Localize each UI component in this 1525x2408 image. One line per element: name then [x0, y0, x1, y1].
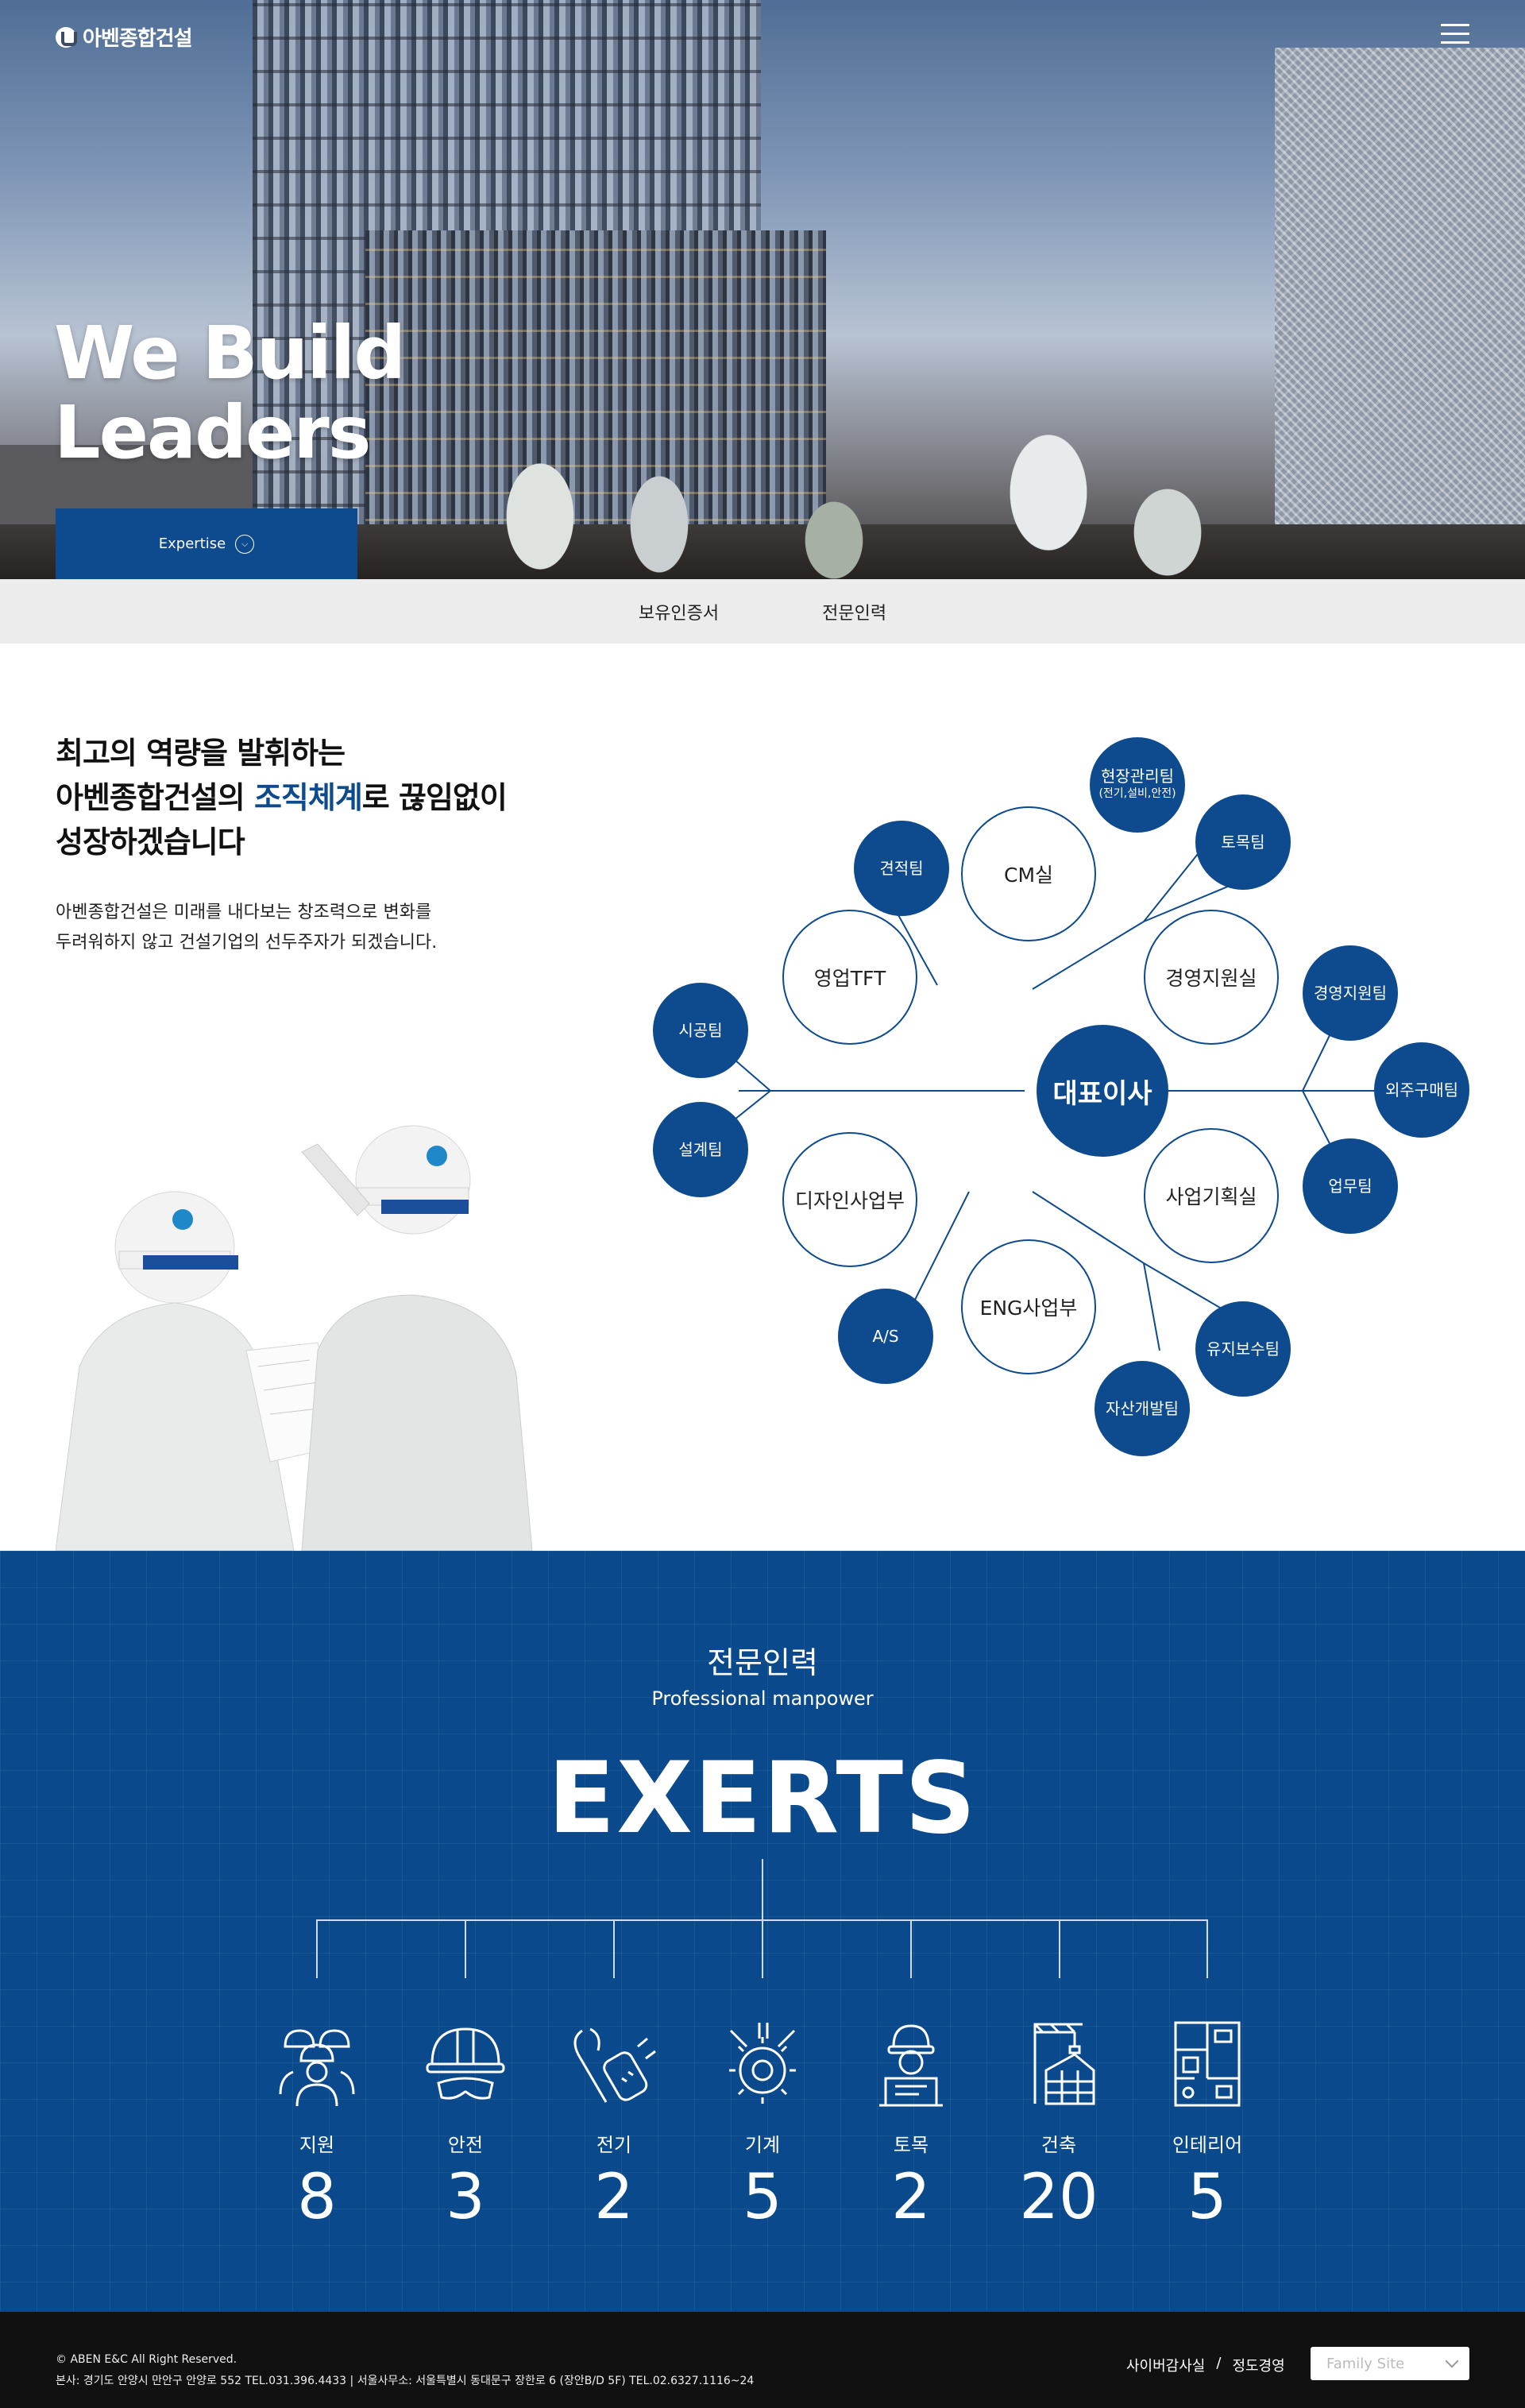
- footer-link-separator: /: [1216, 2355, 1222, 2371]
- tree-trunk-line: [762, 1859, 763, 1978]
- logo-icon: [56, 26, 77, 48]
- expert-label: 안전: [447, 2134, 484, 2156]
- org-node-site-management-label: 현장관리팀: [1101, 767, 1174, 786]
- sub-tabs: 보유인증서 전문인력: [0, 579, 1525, 644]
- expert-count: 3: [446, 2162, 485, 2233]
- hero-title-line1: We Build: [54, 311, 406, 396]
- hero-trees: [477, 397, 1311, 579]
- tree-drop-line: [316, 1919, 318, 1978]
- expert-item-civil: 토목 2: [840, 2015, 983, 2233]
- hero-building-right: [1275, 48, 1525, 540]
- org-desc-line2: 두려워하지 않고 건설기업의 선두주자가 되겠습니다.: [56, 933, 438, 953]
- expert-label: 지원: [299, 2134, 335, 2156]
- org-node-design-team: 설계팀: [653, 1102, 748, 1197]
- org-heading-line3: 성장하겠습니다: [56, 825, 245, 860]
- org-node-eng: ENG사업부: [961, 1239, 1096, 1374]
- expert-label: 기계: [744, 2134, 781, 2156]
- tree-drop-line: [1059, 1919, 1060, 1978]
- experts-heading: EXERTS: [547, 1741, 978, 1856]
- civil-engineer-icon: [879, 2024, 943, 2107]
- expert-count: 2: [594, 2162, 634, 2233]
- footer-link-cyber-audit[interactable]: 사이버감사실: [1126, 2355, 1205, 2375]
- workers-illustration: [56, 1125, 533, 1551]
- tree-branch-line: [316, 1919, 1207, 1921]
- site-footer: © ABEN E&C All Right Reserved. 본사: 경기도 안…: [0, 2312, 1525, 2408]
- family-site-select[interactable]: Family Site: [1311, 2347, 1469, 2380]
- expert-item-safety: 안전 3: [394, 2015, 537, 2233]
- chevron-down-icon: [1445, 2354, 1459, 2368]
- org-heading-highlight: 조직체계: [253, 780, 363, 815]
- expert-count: 5: [1187, 2162, 1227, 2233]
- machine-gear-icon: [729, 2023, 796, 2104]
- expert-label: 인테리어: [1172, 2134, 1243, 2156]
- tree-drop-line: [465, 1919, 466, 1978]
- expert-item-machine: 기계 5: [691, 2015, 834, 2233]
- org-desc-line1: 아벤종합건설은 미래를 내다보는 창조력으로 변화를: [56, 903, 432, 922]
- org-node-ceo: 대표이사: [1037, 1025, 1168, 1157]
- expert-count: 8: [297, 2162, 337, 2233]
- tab-manpower[interactable]: 전문인력: [822, 599, 886, 624]
- org-node-asset-development: 자산개발팀: [1095, 1361, 1190, 1456]
- expert-count: 20: [1019, 2162, 1098, 2233]
- hero-title-line2: Leaders: [54, 390, 371, 475]
- org-node-civil: 토목팀: [1195, 794, 1291, 890]
- org-heading-line2-post: 로 끊임없이: [361, 780, 508, 815]
- org-node-business-planning: 사업기획실: [1144, 1128, 1279, 1263]
- team-workers-icon: [279, 2029, 355, 2107]
- hero-title: We Build Leaders: [54, 311, 406, 475]
- experts-title: 전문인력: [707, 1645, 818, 1680]
- expert-item-architecture: 건축 20: [987, 2015, 1130, 2233]
- expertise-button-label: Expertise: [158, 535, 226, 552]
- org-node-design: 디자인사업부: [782, 1132, 917, 1267]
- footer-links: 사이버감사실 / 정도경영: [1126, 2355, 1285, 2375]
- org-heading: 최고의 역량을 발휘하는 아벤종합건설의 조직체계로 끊임없이 성장하겠습니다: [56, 731, 508, 864]
- family-site-label: Family Site: [1326, 2355, 1405, 2372]
- org-node-site-management-sub: (전기,설비,안전): [1098, 787, 1176, 800]
- tree-drop-line: [613, 1919, 615, 1978]
- expertise-button[interactable]: Expertise ⌵: [56, 508, 357, 579]
- expert-label: 토목: [893, 2134, 929, 2156]
- expert-item-interior: 인테리어 5: [1136, 2015, 1279, 2233]
- hamburger-menu-icon[interactable]: [1441, 24, 1469, 44]
- org-node-operations: 업무팀: [1303, 1138, 1398, 1234]
- tab-certificates[interactable]: 보유인증서: [639, 599, 719, 624]
- footer-link-ethics[interactable]: 정도경영: [1232, 2355, 1284, 2375]
- expert-item-support: 지원 8: [245, 2015, 388, 2233]
- hero-banner: 아벤종합건설 We Build Leaders Expertise ⌵: [0, 0, 1525, 579]
- floor-plan-icon: [1174, 2021, 1241, 2107]
- site-logo[interactable]: 아벤종합건설: [56, 22, 193, 52]
- expert-label: 전기: [596, 2134, 632, 2156]
- experts-section: 전문인력 Professional manpower EXERTS 지원 8 안…: [0, 1551, 1525, 2312]
- building-crane-icon: [1033, 2023, 1095, 2105]
- address-text: 본사: 경기도 안양시 만안구 안양로 552 TEL.031.396.4433…: [56, 2375, 755, 2387]
- org-node-procurement: 외주구매팀: [1374, 1042, 1469, 1138]
- tree-drop-line: [1206, 1919, 1208, 1978]
- tree-drop-line: [910, 1919, 912, 1978]
- org-chart: 대표이사 CM실 경영지원실 사업기획실 ENG사업부 디자인사업부 영업TFT…: [635, 715, 1525, 1478]
- safety-helmet-icon: [426, 2027, 505, 2100]
- org-node-management-support-team: 경영지원팀: [1303, 945, 1398, 1041]
- expert-count: 2: [891, 2162, 931, 2233]
- org-node-estimation: 견적팀: [854, 821, 949, 916]
- org-node-cm: CM실: [961, 806, 1096, 941]
- copyright-text: © ABEN E&C All Right Reserved.: [56, 2353, 237, 2366]
- electric-plug-icon: [573, 2027, 656, 2103]
- expert-label: 건축: [1040, 2134, 1077, 2156]
- org-node-construction: 시공팀: [653, 983, 748, 1078]
- org-node-as: A/S: [838, 1289, 933, 1384]
- chevron-down-icon: ⌵: [235, 534, 255, 554]
- org-node-maintenance: 유지보수팀: [1195, 1301, 1291, 1397]
- org-description: 아벤종합건설은 미래를 내다보는 창조력으로 변화를 두려워하지 않고 건설기업…: [56, 898, 437, 958]
- org-heading-line1: 최고의 역량을 발휘하는: [56, 736, 346, 771]
- expert-count: 5: [743, 2162, 782, 2233]
- logo-text: 아벤종합건설: [83, 27, 193, 51]
- expert-item-electric: 전기 2: [542, 2015, 685, 2233]
- experts-subtitle: Professional manpower: [651, 1687, 874, 1710]
- org-node-management-support: 경영지원실: [1144, 910, 1279, 1045]
- org-node-sales-tft: 영업TFT: [782, 910, 917, 1045]
- org-heading-line2-pre: 아벤종합건설의: [56, 780, 254, 815]
- org-node-site-management: 현장관리팀 (전기,설비,안전): [1090, 737, 1185, 833]
